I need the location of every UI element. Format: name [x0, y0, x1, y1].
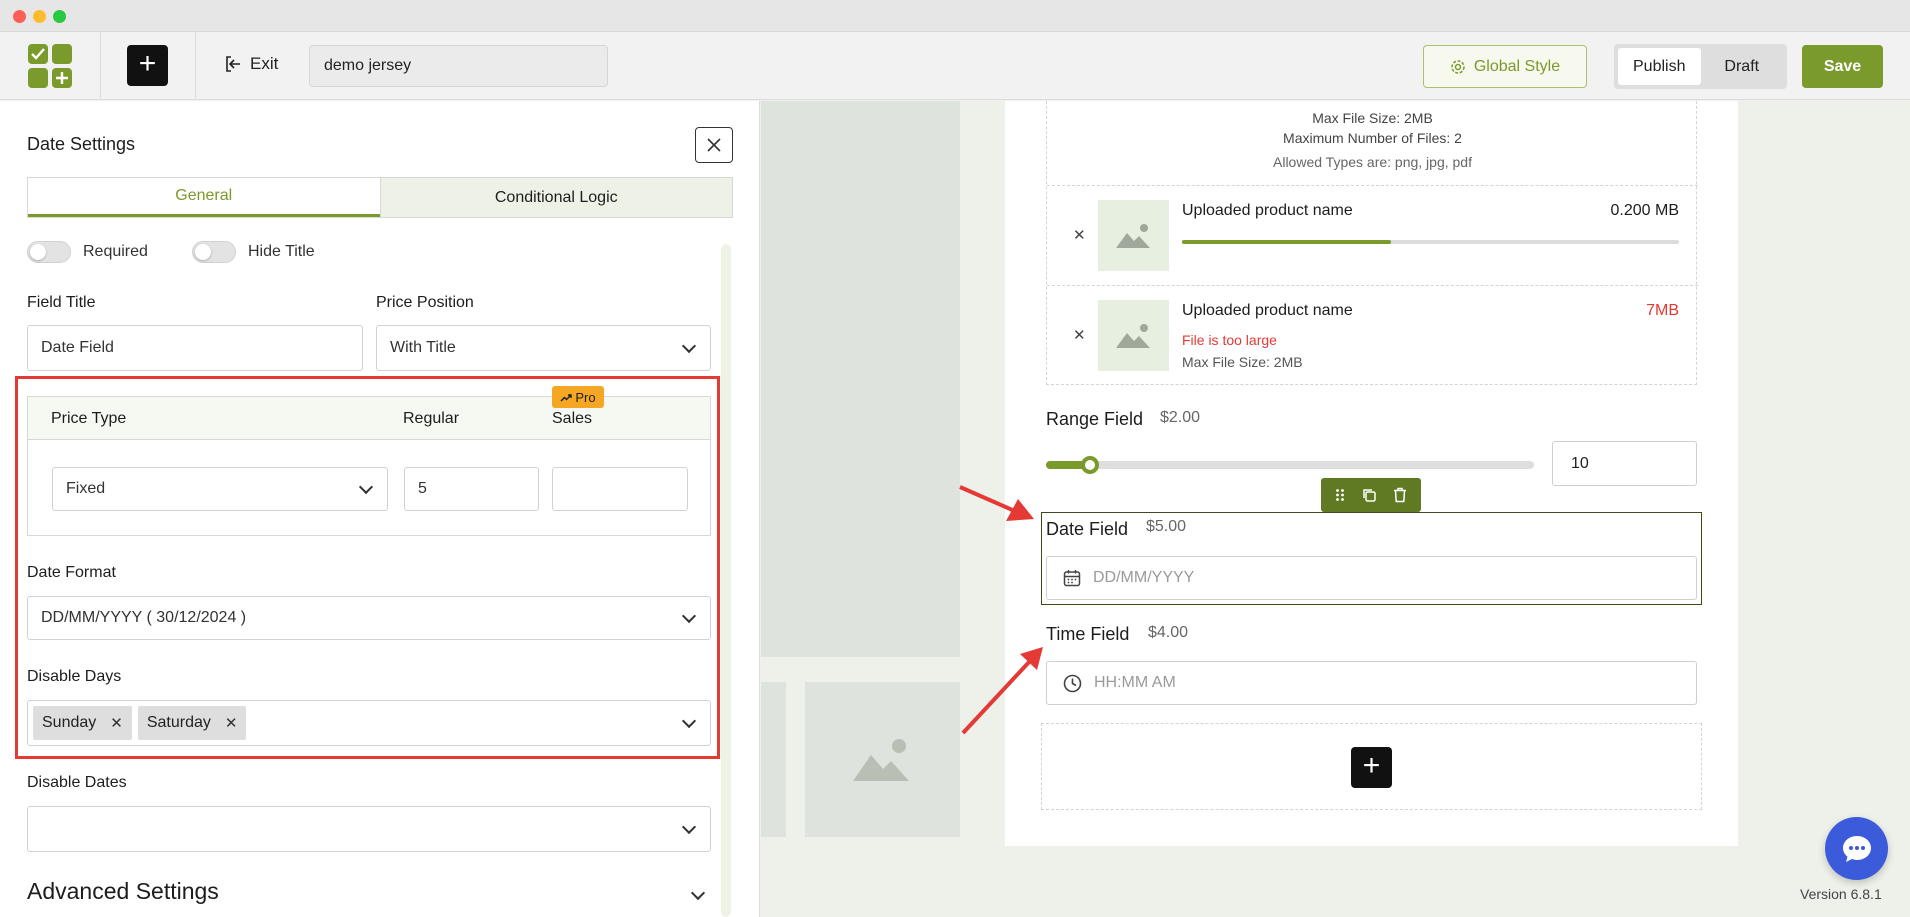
file-upload-field: Max File Size: 2MB Maximum Number of Fil…	[1046, 101, 1698, 385]
image-placeholder	[805, 682, 960, 837]
exit-button[interactable]: Exit	[224, 54, 278, 74]
app-logo-icon	[28, 44, 72, 88]
gear-icon	[1451, 59, 1465, 74]
uploaded-file-row: ✕ Uploaded product name 0.200 MB	[1047, 185, 1698, 285]
tab-general[interactable]: General	[28, 178, 380, 217]
price-position-label: Price Position	[376, 294, 474, 311]
field-title-label: Field Title	[27, 294, 96, 311]
publish-button[interactable]: Publish	[1618, 48, 1701, 85]
background-placeholder	[761, 101, 960, 657]
image-icon	[1115, 323, 1150, 348]
trash-icon[interactable]	[1393, 487, 1407, 503]
upload-progress-bar	[1182, 240, 1679, 244]
range-slider[interactable]	[1046, 456, 1534, 474]
image-icon	[852, 738, 909, 781]
date-field-price: $5.00	[1146, 518, 1187, 535]
close-window-button[interactable]	[13, 10, 26, 23]
close-icon	[707, 138, 721, 152]
clock-icon	[1063, 674, 1082, 692]
chevron-down-icon[interactable]	[690, 885, 706, 901]
price-position-value: With Title	[390, 339, 456, 356]
range-field-label: Range Field	[1046, 409, 1144, 429]
add-element-button[interactable]: +	[127, 45, 168, 86]
global-style-label: Global Style	[1473, 57, 1561, 75]
form-title-input[interactable]	[309, 45, 608, 87]
file-error-text: File is too large	[1182, 332, 1277, 348]
disable-dates-label: Disable Dates	[27, 774, 127, 791]
save-button[interactable]: Save	[1802, 45, 1883, 88]
allowed-types-text: Allowed Types are: png, jpg, pdf	[1273, 154, 1472, 170]
publish-draft-toggle: Publish Draft	[1614, 44, 1787, 89]
file-thumbnail	[1098, 300, 1169, 371]
panel-scrollbar[interactable]	[721, 244, 731, 917]
range-value: 10	[1571, 454, 1589, 472]
required-toggle[interactable]	[27, 241, 71, 263]
file-size: 0.200 MB	[1610, 202, 1679, 219]
hide-title-toggle[interactable]	[192, 241, 236, 263]
global-style-button[interactable]: Global Style	[1423, 45, 1587, 88]
settings-tabs: General Conditional Logic	[27, 177, 733, 218]
minimize-window-button[interactable]	[33, 10, 46, 23]
chat-support-button[interactable]	[1825, 817, 1888, 880]
time-input-placeholder: HH:MM AM	[1094, 674, 1176, 691]
chevron-down-icon	[681, 819, 697, 835]
remove-file-icon[interactable]: ✕	[1073, 326, 1086, 344]
time-field-label: Time Field	[1046, 624, 1130, 644]
hide-title-label: Hide Title	[248, 243, 315, 260]
max-files-text: Maximum Number of Files: 2	[1283, 130, 1462, 146]
field-title-value: Date Field	[41, 339, 114, 356]
close-panel-button[interactable]	[695, 127, 733, 163]
time-input[interactable]: HH:MM AM	[1046, 661, 1697, 705]
disable-dates-select[interactable]	[27, 806, 711, 852]
date-input-placeholder: DD/MM/YYYY	[1093, 569, 1195, 586]
remove-file-icon[interactable]: ✕	[1073, 226, 1086, 244]
field-title-input[interactable]: Date Field	[27, 325, 363, 371]
chevron-down-icon	[681, 338, 697, 354]
top-toolbar: + Exit Global Style Publish Draft Save	[0, 32, 1910, 100]
add-field-dropzone: +	[1041, 723, 1702, 810]
date-input[interactable]: DD/MM/YYYY	[1046, 556, 1697, 600]
required-toggle-row: Required	[27, 241, 148, 263]
file-thumbnail	[1098, 200, 1169, 271]
advanced-settings-heading[interactable]: Advanced Settings	[27, 878, 219, 905]
duplicate-icon[interactable]	[1361, 487, 1377, 503]
background-placeholder	[761, 682, 786, 837]
chat-bubble-icon	[1842, 835, 1871, 862]
highlight-box	[15, 376, 720, 759]
exit-icon	[226, 56, 240, 72]
drag-handle-icon[interactable]	[1335, 488, 1345, 502]
version-text: Version 6.8.1	[1800, 886, 1882, 902]
price-position-select[interactable]: With Title	[376, 325, 711, 371]
range-slider-handle[interactable]	[1080, 456, 1099, 474]
max-file-size-text: Max File Size: 2MB	[1312, 110, 1433, 126]
hide-title-toggle-row: Hide Title	[192, 241, 315, 263]
required-label: Required	[83, 243, 148, 260]
file-size: 7MB	[1646, 302, 1679, 319]
file-name: Uploaded product name	[1182, 202, 1353, 219]
date-field-label: Date Field	[1046, 519, 1129, 539]
window-titlebar	[0, 0, 1910, 32]
uploaded-file-row: ✕ Uploaded product name 7MB File is too …	[1047, 285, 1698, 385]
image-icon	[1115, 223, 1150, 248]
field-action-toolbar	[1321, 478, 1421, 512]
tab-conditional-logic[interactable]: Conditional Logic	[379, 178, 732, 217]
file-name: Uploaded product name	[1182, 302, 1353, 319]
calendar-icon	[1063, 570, 1081, 587]
exit-label: Exit	[250, 54, 279, 73]
maximize-window-button[interactable]	[53, 10, 66, 23]
panel-title: Date Settings	[27, 134, 136, 154]
range-value-input[interactable]: 10	[1552, 441, 1697, 486]
draft-button[interactable]: Draft	[1701, 48, 1784, 85]
range-field-price: $2.00	[1160, 409, 1201, 426]
time-field-price: $4.00	[1148, 624, 1189, 641]
add-field-button[interactable]: +	[1351, 747, 1392, 788]
file-meta-text: Max File Size: 2MB	[1182, 354, 1303, 370]
